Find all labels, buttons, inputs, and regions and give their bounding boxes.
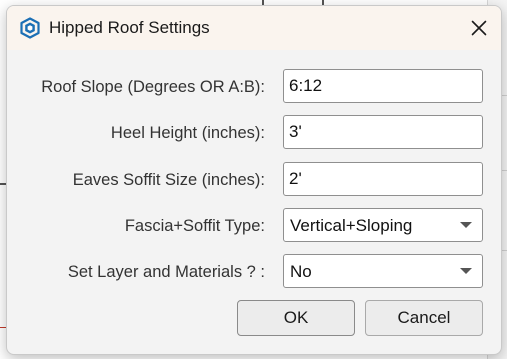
- close-button[interactable]: [455, 6, 501, 50]
- heel-height-label: Heel Height (inches):: [110, 124, 265, 142]
- set-layer-materials-label: Set Layer and Materials ? :: [67, 263, 265, 281]
- ok-button[interactable]: OK: [237, 300, 355, 336]
- roof-slope-input[interactable]: [283, 69, 483, 103]
- cancel-button[interactable]: Cancel: [365, 300, 483, 336]
- chevron-down-icon: [460, 268, 472, 274]
- eaves-soffit-size-label: Eaves Soffit Size (inches):: [72, 171, 265, 189]
- roof-slope-label: Roof Slope (Degrees OR A:B):: [41, 78, 265, 96]
- close-icon: [471, 20, 487, 36]
- chevron-down-icon: [460, 222, 472, 228]
- fascia-soffit-type-select[interactable]: Vertical+Sloping: [283, 208, 483, 242]
- sketchup-logo-icon: [19, 17, 41, 39]
- dialog-title: Hipped Roof Settings: [49, 18, 210, 37]
- eaves-soffit-size-input[interactable]: [283, 162, 483, 196]
- fascia-soffit-type-value: Vertical+Sloping: [290, 216, 413, 235]
- dialog-titlebar[interactable]: Hipped Roof Settings: [7, 6, 501, 50]
- hipped-roof-settings-dialog: Hipped Roof Settings Roof Slope (Degrees…: [6, 5, 502, 355]
- heel-height-input[interactable]: [283, 115, 483, 149]
- set-layer-materials-select[interactable]: No: [283, 254, 483, 288]
- set-layer-materials-value: No: [290, 262, 312, 281]
- fascia-soffit-type-label: Fascia+Soffit Type:: [124, 217, 265, 235]
